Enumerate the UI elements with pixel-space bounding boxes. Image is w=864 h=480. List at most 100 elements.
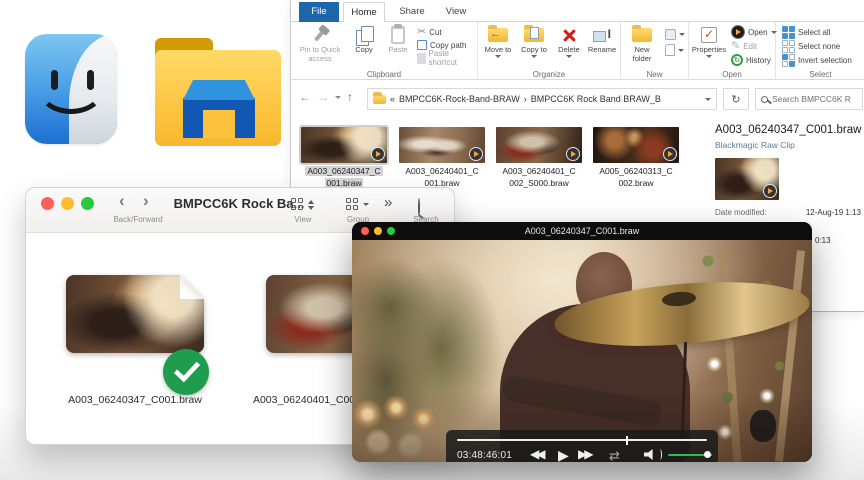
ribbon-group-open: ✓ Properties Open ✎ Edit ↻ History Open xyxy=(689,22,776,80)
loop-button[interactable]: ⇄ xyxy=(609,449,620,462)
new-folder-icon xyxy=(632,28,652,42)
scissors-icon: ✂ xyxy=(417,27,426,38)
chevron-down-icon xyxy=(363,203,369,206)
invert-selection-button[interactable]: Invert selection xyxy=(782,54,852,66)
details-file-type: Blackmagic Raw Clip xyxy=(715,140,864,150)
back-forward-label: Back/Forward xyxy=(98,215,178,224)
copy-to-button[interactable]: Copy to xyxy=(518,25,550,58)
copy-to-icon xyxy=(524,28,544,42)
ribbon-group-select: Select all Select none Invert selection … xyxy=(776,22,864,80)
file-name-3: A003_06240401_C002_S000.braw xyxy=(493,165,585,189)
scrub-bar[interactable] xyxy=(457,439,707,441)
braw-file-icon-1[interactable] xyxy=(66,275,204,353)
tab-file[interactable]: File xyxy=(299,2,339,22)
properties-button[interactable]: ✓ Properties xyxy=(691,25,727,58)
select-all-button[interactable]: Select all xyxy=(782,26,830,38)
nav-back-button[interactable]: ← xyxy=(299,90,311,104)
select-none-icon xyxy=(782,40,795,53)
composite-screenshot: File Home Share View Pin to Quick access… xyxy=(0,0,864,480)
nav-up-button[interactable]: ↑ xyxy=(347,90,353,104)
edit-button[interactable]: ✎ Edit xyxy=(731,40,757,52)
group-control[interactable] xyxy=(346,198,369,211)
braw-play-badge xyxy=(663,147,677,161)
search-input[interactable] xyxy=(772,94,857,104)
address-breadcrumb[interactable]: « BMPCC6K-Rock-Band-BRAW › BMPCC6K Rock … xyxy=(367,88,717,110)
folder-icon xyxy=(373,95,386,104)
file-name-1: A003_06240347_C 001.braw xyxy=(298,165,390,189)
easy-access-button[interactable] xyxy=(665,44,684,56)
paste-icon xyxy=(391,26,405,44)
rename-button[interactable]: Rename xyxy=(586,25,618,55)
breadcrumb-current[interactable]: BMPCC6K Rock Band BRAW_B xyxy=(531,94,661,104)
open-group-label: Open xyxy=(689,70,775,79)
pin-to-quick-access-button[interactable]: Pin to Quick access xyxy=(297,25,343,63)
green-check-badge xyxy=(163,349,209,395)
player-window-title: A003_06240347_C001.braw xyxy=(352,226,812,236)
tab-view[interactable]: View xyxy=(437,2,475,22)
details-thumbnail xyxy=(715,158,779,200)
file-name-2: A003_06240401_C001.braw xyxy=(396,165,488,189)
open-button[interactable]: Open xyxy=(731,26,777,38)
breadcrumb-prefix: « xyxy=(390,94,395,104)
playhead[interactable] xyxy=(626,436,628,445)
speaker-icon[interactable] xyxy=(644,449,656,460)
playback-control-bar: 03:48:46:01 ◀◀ ▶ ▶▶ ⇄ xyxy=(446,430,718,462)
volume-slider[interactable] xyxy=(668,454,712,457)
ribbon-group-organize: ← Move to Copy to Delete Rename Organize xyxy=(478,22,621,80)
file-thumbnail-4[interactable] xyxy=(593,127,679,163)
copy-button[interactable]: Copy xyxy=(349,25,379,55)
file-thumbnail-2[interactable] xyxy=(399,127,485,163)
vignette xyxy=(352,240,812,462)
new-item-button[interactable] xyxy=(665,28,685,40)
tab-share[interactable]: Share xyxy=(391,2,433,22)
properties-check-icon: ✓ xyxy=(701,27,717,43)
braw-play-badge xyxy=(566,147,580,161)
history-button[interactable]: ↻ History xyxy=(731,54,771,66)
nav-forward-button[interactable]: → xyxy=(317,90,329,104)
new-folder-button[interactable]: New folder xyxy=(625,25,659,63)
minimize-button[interactable] xyxy=(61,197,74,210)
nav-history-dropdown[interactable] xyxy=(335,96,341,99)
rewind-button[interactable]: ◀◀ xyxy=(530,448,542,460)
copy-icon xyxy=(356,26,373,44)
new-item-icon xyxy=(665,29,676,40)
sort-chevrons-icon xyxy=(308,200,314,210)
date-modified-label: Date modified: xyxy=(715,208,779,217)
view-control[interactable] xyxy=(291,198,314,211)
close-button[interactable] xyxy=(41,197,54,210)
volume-knob[interactable] xyxy=(704,451,711,458)
play-button[interactable]: ▶ xyxy=(558,448,569,462)
edit-pencil-icon: ✎ xyxy=(731,41,740,52)
select-none-button[interactable]: Select none xyxy=(782,40,840,52)
address-dropdown[interactable] xyxy=(705,98,711,101)
move-to-button[interactable]: ← Move to xyxy=(482,25,514,58)
player-title-bar: A003_06240347_C001.braw xyxy=(352,222,812,240)
explorer-search-box[interactable] xyxy=(755,88,863,110)
delete-button[interactable]: Delete xyxy=(554,25,584,58)
back-button[interactable]: ‹ xyxy=(119,191,125,211)
details-file-name: A003_06240347_C001.braw xyxy=(715,124,864,136)
move-to-icon: ← xyxy=(488,28,508,42)
date-modified-value: 12-Aug-19 1:13 xyxy=(779,208,861,217)
braw-play-badge xyxy=(469,147,483,161)
breadcrumb-root[interactable]: BMPCC6K-Rock-Band-BRAW xyxy=(399,94,520,104)
refresh-button[interactable]: ↻ xyxy=(723,88,749,110)
rename-icon xyxy=(593,29,611,42)
ribbon-tab-bar: File Home Share View xyxy=(291,0,864,22)
more-toolbar-items-button[interactable]: » xyxy=(384,194,392,211)
organize-group-label: Organize xyxy=(478,70,620,79)
fast-forward-button[interactable]: ▶▶ xyxy=(578,448,590,460)
zoom-button[interactable] xyxy=(81,197,94,210)
finder-app-icon[interactable] xyxy=(25,34,117,144)
finder-smile xyxy=(37,62,105,114)
file-explorer-app-icon[interactable] xyxy=(155,38,281,146)
file-thumbnail-1[interactable] xyxy=(301,127,387,163)
paste-button[interactable]: Paste xyxy=(383,25,413,55)
paste-shortcut-button[interactable]: Paste shortcut xyxy=(417,52,477,64)
tab-home[interactable]: Home xyxy=(343,2,385,22)
file-thumbnail-3[interactable] xyxy=(496,127,582,163)
cut-button[interactable]: ✂ Cut xyxy=(417,26,442,38)
explorer-window-shape xyxy=(183,80,255,138)
forward-button[interactable]: › xyxy=(143,191,149,211)
video-frame[interactable]: 03:48:46:01 ◀◀ ▶ ▶▶ ⇄ xyxy=(352,240,812,462)
